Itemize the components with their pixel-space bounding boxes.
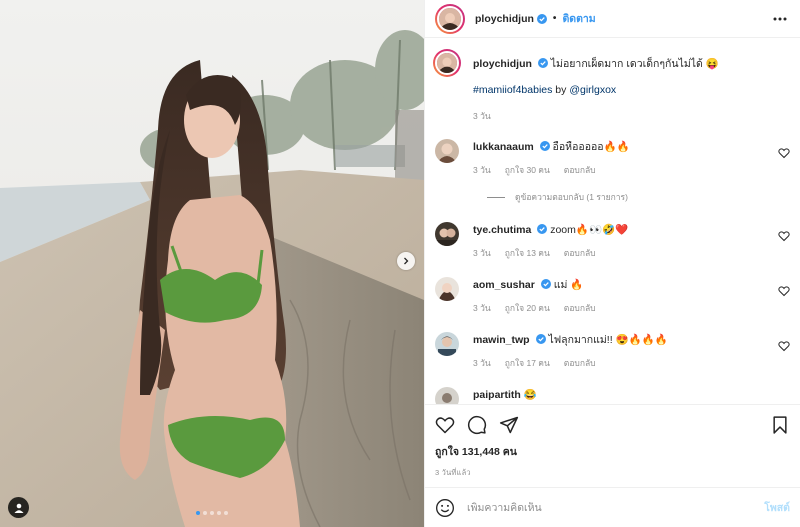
verified-badge-icon xyxy=(536,13,547,24)
commenter-username[interactable]: aom_sushar xyxy=(473,279,535,291)
comment-text: อือหือออออ🔥🔥 xyxy=(552,141,630,153)
follow-button[interactable]: ติดตาม xyxy=(562,10,595,27)
author-avatar[interactable] xyxy=(435,3,465,34)
commenter-avatar-image xyxy=(435,387,459,404)
post-comment-button[interactable]: โพสต์ xyxy=(764,499,790,516)
caption: ploychidjun ไม่อยากเผ็ดมาก เดวเด็กๆกันไม… xyxy=(433,49,790,123)
header-separator: • xyxy=(552,13,557,24)
comment-time: 3 วัน xyxy=(473,248,491,258)
comment-text: แม่ 🔥 xyxy=(553,279,584,291)
comment-text: 😂 xyxy=(523,389,537,401)
comment-item: aom_sushar แม่ 🔥 3 วัน ถูกใจ 20 คน ตอบกล… xyxy=(435,277,790,315)
chevron-right-icon xyxy=(404,257,409,265)
comment-item: lukkanaaum อือหือออออ🔥🔥 3 วัน ถูกใจ 30 ค… xyxy=(435,139,790,177)
comment-time: 3 วัน xyxy=(473,165,491,175)
comment-text: zoom🔥👀🤣❤️ xyxy=(550,224,629,236)
post-header: ploychidjun • ติดตาม xyxy=(425,0,800,38)
reply-button[interactable]: ตอบกลับ xyxy=(564,301,596,315)
caption-mention[interactable]: @girlgxox xyxy=(569,84,616,96)
view-replies-button[interactable]: ดูข้อความตอบกลับ (1 รายการ) xyxy=(487,190,790,204)
verified-badge-icon xyxy=(540,279,551,289)
carousel-dot xyxy=(217,511,221,515)
more-options-icon xyxy=(773,17,787,20)
comment-input[interactable] xyxy=(467,501,765,514)
view-replies-label: ดูข้อความตอบกลับ (1 รายการ) xyxy=(515,192,628,202)
commenter-avatar-image xyxy=(435,222,459,246)
carousel-dot xyxy=(224,511,228,515)
commenter-username[interactable]: mawin_twp xyxy=(473,334,530,346)
heart-icon[interactable] xyxy=(778,340,790,352)
commenter-avatar[interactable] xyxy=(435,332,459,356)
reply-button[interactable]: ตอบกลับ xyxy=(564,246,596,260)
comment-likes[interactable]: ถูกใจ 13 คน xyxy=(505,246,550,260)
commenter-username[interactable]: tye.chutima xyxy=(473,224,531,236)
commenter-avatar[interactable] xyxy=(435,387,459,404)
comment-item: paipartith 😂 xyxy=(435,387,790,404)
likes-count[interactable]: ถูกใจ 131,448 คน xyxy=(435,443,790,460)
beach-photo-illustration xyxy=(0,0,424,527)
carousel-dot xyxy=(196,511,200,515)
carousel-dot xyxy=(203,511,207,515)
commenter-avatar[interactable] xyxy=(435,222,459,246)
verified-badge-icon xyxy=(537,224,548,234)
post-actions: ถูกใจ 131,448 คน 3 วันที่แล้ว xyxy=(425,404,800,487)
more-options-button[interactable] xyxy=(770,17,790,21)
comment-likes[interactable]: ถูกใจ 20 คน xyxy=(505,301,550,315)
add-comment-bar: โพสต์ xyxy=(425,487,800,527)
emoji-icon[interactable] xyxy=(435,498,455,518)
heart-icon[interactable] xyxy=(778,230,790,242)
commenter-avatar-image xyxy=(435,332,459,356)
caption-avatar[interactable] xyxy=(433,49,461,77)
next-image-button[interactable] xyxy=(397,252,415,270)
caption-avatar-image xyxy=(437,53,457,73)
carousel-dot xyxy=(210,511,214,515)
replies-line xyxy=(487,196,505,198)
commenter-avatar[interactable] xyxy=(435,277,459,301)
carousel-indicator xyxy=(0,511,424,515)
caption-text: ไม่อยากเผ็ดมาก เดวเด็กๆกันไม่ได้ 😝 xyxy=(550,58,719,70)
caption-time: 3 วัน xyxy=(473,111,491,121)
comment-item: mawin_twp ไฟลุกมากแม่!! 😍🔥🔥🔥 3 วัน ถูกใจ… xyxy=(435,332,790,370)
caption-by: by xyxy=(552,84,570,96)
commenter-avatar-image xyxy=(435,277,459,301)
author-avatar-image xyxy=(439,7,461,30)
comment-item: tye.chutima zoom🔥👀🤣❤️ 3 วัน ถูกใจ 13 คน … xyxy=(435,222,790,260)
author-username[interactable]: ploychidjun xyxy=(475,13,534,25)
comment-text: ไฟลุกมากแม่!! 😍🔥🔥🔥 xyxy=(548,334,668,346)
comment-likes[interactable]: ถูกใจ 30 คน xyxy=(505,163,550,177)
share-icon[interactable] xyxy=(499,415,519,435)
post-photo[interactable] xyxy=(0,0,424,527)
comment-icon[interactable] xyxy=(467,415,487,435)
comment-time: 3 วัน xyxy=(473,358,491,368)
heart-icon[interactable] xyxy=(435,415,455,435)
commenter-avatar[interactable] xyxy=(435,139,459,163)
bookmark-icon[interactable] xyxy=(770,415,790,435)
commenter-avatar-image xyxy=(435,139,459,163)
heart-icon[interactable] xyxy=(778,285,790,297)
caption-hashtag[interactable]: #mamiiof4babies xyxy=(473,84,552,96)
post-timestamp: 3 วันที่แล้ว xyxy=(435,468,471,477)
commenter-username[interactable]: lukkanaaum xyxy=(473,141,534,153)
caption-username[interactable]: ploychidjun xyxy=(473,58,532,70)
verified-badge-icon xyxy=(535,334,546,344)
post-side-panel: ploychidjun • ติดตาม ploychidjun ไม่อยาก… xyxy=(424,0,800,527)
comment-likes[interactable]: ถูกใจ 17 คน xyxy=(505,356,550,370)
verified-badge-icon xyxy=(539,141,550,151)
comments-list[interactable]: ploychidjun ไม่อยากเผ็ดมาก เดวเด็กๆกันไม… xyxy=(425,38,800,404)
post-modal: ploychidjun • ติดตาม ploychidjun ไม่อยาก… xyxy=(0,0,800,527)
heart-icon[interactable] xyxy=(778,147,790,159)
reply-button[interactable]: ตอบกลับ xyxy=(564,356,596,370)
verified-badge-icon xyxy=(537,58,548,68)
commenter-username[interactable]: paipartith xyxy=(473,389,521,401)
reply-button[interactable]: ตอบกลับ xyxy=(564,163,596,177)
comment-time: 3 วัน xyxy=(473,303,491,313)
